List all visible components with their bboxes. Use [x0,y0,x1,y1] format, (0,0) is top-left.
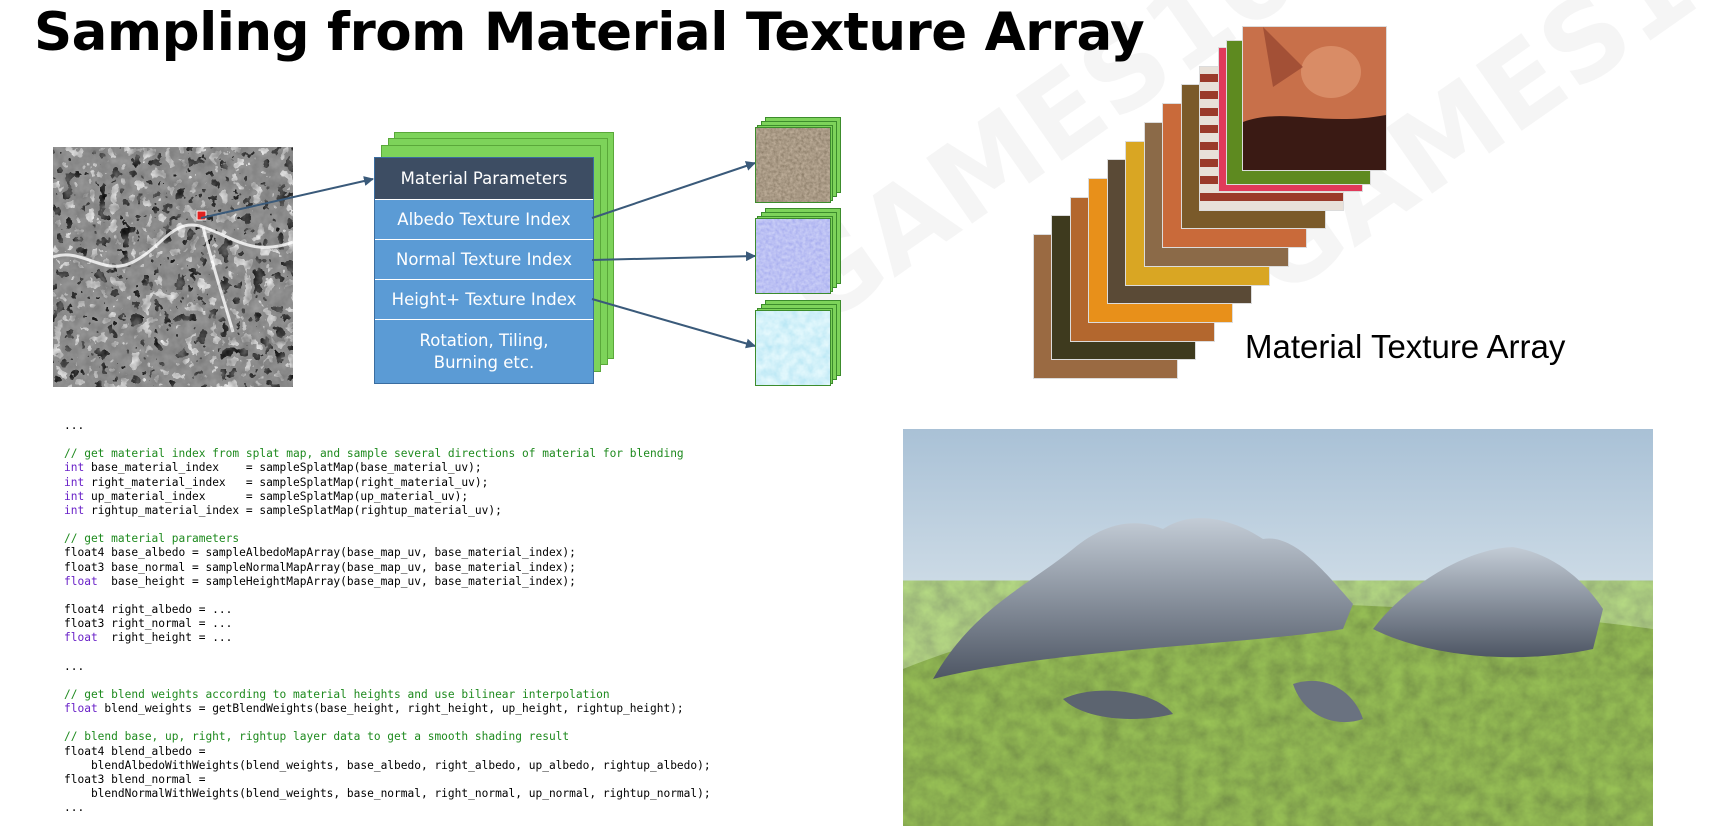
code-line: float4 right_albedo = ... [64,603,711,617]
code-text: ... [64,801,85,815]
code-text: float3 base_normal = sampleNormalMapArra… [64,560,576,574]
code-keyword: float [64,574,98,588]
code-line: blendNormalWithWeights(blend_weights, ba… [64,787,711,801]
arrow-to-normal [591,251,756,262]
code-text: ... [64,419,85,432]
code-text: ... [64,659,85,673]
code-text: float4 base_albedo = sampleAlbedoMapArra… [64,546,576,560]
code-line: // get material index from splat map, an… [64,447,711,461]
code-line: float blend_weights = getBlendWeights(ba… [64,702,711,716]
code-text: blend_weights = getBlendWeights(base_hei… [97,702,684,716]
code-line: int up_material_index = sampleSplatMap(u… [64,490,711,504]
code-text: right_material_index = sampleSplatMap(ri… [84,475,489,489]
code-line: blendAlbedoWithWeights(blend_weights, ba… [64,759,711,773]
arrow-to-height [591,298,756,349]
mapping-arrows [200,161,756,349]
code-line: float4 blend_albedo = [64,745,711,759]
code-text: float3 right_normal = ... [64,617,233,631]
code-line: int rightup_material_index = sampleSplat… [64,504,711,518]
code-keyword: int [64,489,85,503]
code-text: base_height = sampleHeightMapArray(base_… [97,574,576,588]
code-text: float4 blend_albedo = [64,744,206,758]
code-line: float3 base_normal = sampleNormalMapArra… [64,561,711,575]
texture-array-top-layer [1242,26,1387,171]
code-line: ... [64,801,711,815]
code-line: int right_material_index = sampleSplatMa… [64,476,711,490]
code-text: rightup_material_index = sampleSplatMap(… [84,503,502,517]
code-line: ... [64,660,711,674]
code-text: blendNormalWithWeights(blend_weights, ba… [64,787,711,801]
code-comment: // blend base, up, right, rightup layer … [64,730,570,744]
code-line: float3 blend_normal = [64,773,711,787]
code-comment: // get material index from splat map, an… [64,447,684,461]
code-line: float4 base_albedo = sampleAlbedoMapArra… [64,546,711,560]
code-text: right_height = ... [97,631,233,645]
code-line: float right_height = ... [64,631,711,645]
code-line: int base_material_index = sampleSplatMap… [64,461,711,475]
texture-array-label: Material Texture Array [1245,328,1566,365]
code-line: // get material parameters [64,532,711,546]
code-comment: // get material parameters [64,532,240,546]
code-text: up_material_index = sampleSplatMap(up_ma… [84,489,469,503]
terrain-render-image [903,429,1653,826]
code-keyword: float [64,702,98,716]
code-keyword: int [64,503,85,517]
normal-texture-thumbnail [755,218,831,294]
code-text: base_material_index = sampleSplatMap(bas… [84,461,482,475]
code-line: float base_height = sampleHeightMapArray… [64,575,711,589]
code-keyword: int [64,461,85,475]
height-texture-thumbnail [755,310,831,386]
albedo-texture-thumbnail [755,127,831,203]
shader-code-block: ... // get material index from splat map… [64,419,711,815]
arrow-to-params [200,176,374,219]
code-text: float3 blend_normal = [64,772,206,786]
code-line: // blend base, up, right, rightup layer … [64,730,711,744]
arrow-to-albedo [591,161,756,219]
code-text: blendAlbedoWithWeights(blend_weights, ba… [64,758,711,772]
code-line: // get blend weights according to materi… [64,688,711,702]
code-line: ... [64,419,711,433]
code-keyword: int [64,475,85,489]
code-line: float3 right_normal = ... [64,617,711,631]
code-text: float4 right_albedo = ... [64,603,233,617]
code-keyword: float [64,631,98,645]
code-comment: // get blend weights according to materi… [64,687,610,701]
